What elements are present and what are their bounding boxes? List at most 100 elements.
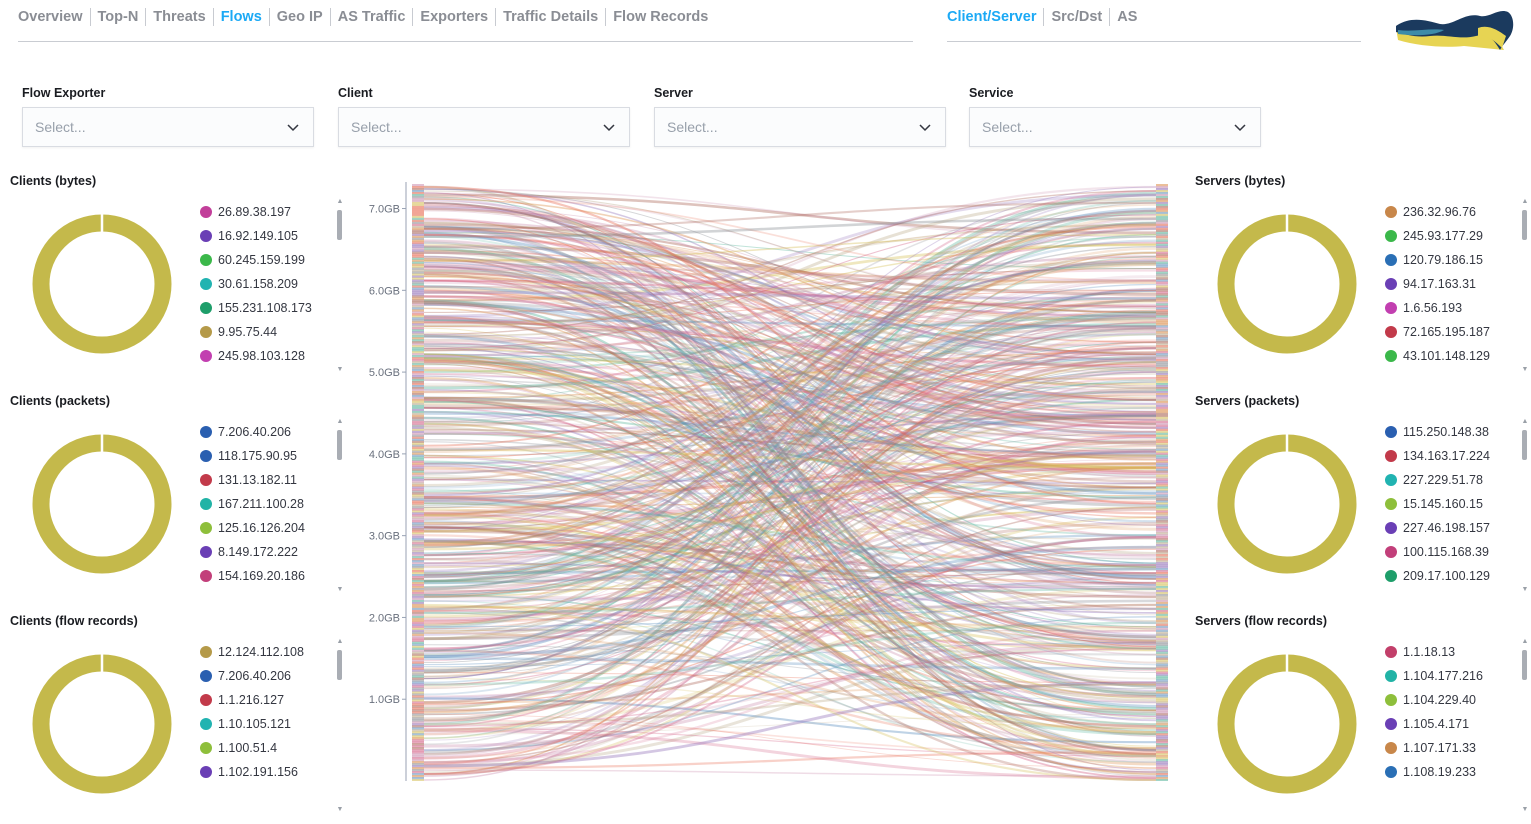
legend-label: 134.163.17.224 xyxy=(1403,449,1490,463)
tab-as[interactable]: AS xyxy=(1110,8,1144,26)
scroll-down-icon[interactable]: ▼ xyxy=(336,806,344,814)
tab-exporters[interactable]: Exporters xyxy=(413,8,497,26)
legend-scrollbar[interactable]: ▲ ▼ xyxy=(1521,638,1529,814)
server-node xyxy=(1156,277,1168,280)
legend-item[interactable]: 115.250.148.38 xyxy=(1385,420,1513,444)
tab-top-n[interactable]: Top-N xyxy=(91,8,147,26)
legend-item[interactable]: 8.149.172.222 xyxy=(200,540,328,564)
legend-item[interactable]: 94.17.163.31 xyxy=(1385,272,1513,296)
scroll-up-icon[interactable]: ▲ xyxy=(1521,638,1529,646)
legend-item[interactable]: 12.124.112.108 xyxy=(200,640,328,664)
legend-item[interactable]: 125.16.126.204 xyxy=(200,516,328,540)
legend-item[interactable]: 20.21.27.153 xyxy=(1385,368,1513,372)
donut-chart[interactable] xyxy=(32,434,172,574)
scroll-up-icon[interactable]: ▲ xyxy=(336,418,344,426)
tab-geo-ip[interactable]: Geo IP xyxy=(270,8,331,26)
legend-item[interactable]: 1.100.51.4 xyxy=(200,736,328,760)
legend-item[interactable]: 167.211.100.28 xyxy=(200,492,328,516)
legend-item[interactable]: 43.101.148.129 xyxy=(1385,344,1513,368)
legend-item[interactable]: 155.231.108.173 xyxy=(200,296,328,320)
legend-scrollbar[interactable]: ▲ ▼ xyxy=(1521,418,1529,594)
legend-item[interactable]: 1.102.191.156 xyxy=(200,760,328,784)
tab-flows[interactable]: Flows xyxy=(214,8,270,26)
scroll-thumb[interactable] xyxy=(1522,650,1527,680)
legend-item[interactable]: 1.1.216.127 xyxy=(200,688,328,712)
donut-chart[interactable] xyxy=(1217,654,1357,794)
tab-as-traffic[interactable]: AS Traffic xyxy=(331,8,414,26)
scroll-up-icon[interactable]: ▲ xyxy=(1521,198,1529,206)
legend-item[interactable]: 7.206.40.206 xyxy=(200,420,328,444)
legend-item[interactable]: 150.161.8.201 xyxy=(200,368,328,372)
legend-scrollbar[interactable]: ▲ ▼ xyxy=(1521,198,1529,374)
donut-chart[interactable] xyxy=(1217,214,1357,354)
legend-item[interactable]: 1.6.56.193 xyxy=(1385,296,1513,320)
legend-item[interactable]: 60.245.159.199 xyxy=(200,248,328,272)
scroll-thumb[interactable] xyxy=(1522,430,1527,460)
legend-item[interactable]: 236.32.96.76 xyxy=(1385,200,1513,224)
legend-item[interactable]: 1.108.19.233 xyxy=(1385,760,1513,784)
legend-item[interactable]: 72.165.195.187 xyxy=(1385,320,1513,344)
legend-item[interactable]: 154.169.20.186 xyxy=(200,564,328,588)
scroll-thumb[interactable] xyxy=(1522,210,1527,240)
server-node xyxy=(1156,562,1168,565)
scroll-down-icon[interactable]: ▼ xyxy=(336,366,344,374)
legend-item[interactable]: 227.229.51.78 xyxy=(1385,468,1513,492)
scroll-thumb[interactable] xyxy=(337,430,342,460)
legend-scrollbar[interactable]: ▲ ▼ xyxy=(336,198,344,374)
donut-chart[interactable] xyxy=(1217,434,1357,574)
legend-item[interactable]: 9.95.75.44 xyxy=(200,320,328,344)
legend-item[interactable]: 209.17.100.129 xyxy=(1385,564,1513,588)
sankey-svg[interactable]: 1.0GB 2.0GB 3.0GB 4.0GB 5.0GB 6.0GB 7.0GB xyxy=(360,176,1180,781)
scroll-up-icon[interactable]: ▲ xyxy=(336,198,344,206)
client-node xyxy=(412,683,424,686)
scroll-up-icon[interactable]: ▲ xyxy=(1521,418,1529,426)
scroll-down-icon[interactable]: ▼ xyxy=(1521,586,1529,594)
tab-client-server[interactable]: Client/Server xyxy=(947,8,1045,26)
server-node xyxy=(1156,201,1168,205)
legend-item[interactable]: 30.61.158.209 xyxy=(200,272,328,296)
client-server-sankey-chart[interactable]: 1.0GB 2.0GB 3.0GB 4.0GB 5.0GB 6.0GB 7.0GB xyxy=(360,176,1180,781)
tab-threats[interactable]: Threats xyxy=(146,8,214,26)
scroll-thumb[interactable] xyxy=(337,650,342,680)
legend-item[interactable]: 191.3.242.181 xyxy=(200,588,328,592)
legend-item[interactable]: 15.145.160.15 xyxy=(1385,492,1513,516)
legend-item[interactable]: 7.206.40.206 xyxy=(200,664,328,688)
legend-item[interactable]: 118.175.90.95 xyxy=(200,444,328,468)
legend-item[interactable]: 1.107.171.33 xyxy=(1385,736,1513,760)
scroll-thumb[interactable] xyxy=(337,210,342,240)
legend-item[interactable]: 100.115.168.39 xyxy=(1385,540,1513,564)
legend-item[interactable]: 1.105.4.171 xyxy=(1385,712,1513,736)
legend-scrollbar[interactable]: ▲ ▼ xyxy=(336,638,344,814)
donut-chart[interactable] xyxy=(32,214,172,354)
legend-item[interactable]: 16.92.149.105 xyxy=(200,224,328,248)
scroll-down-icon[interactable]: ▼ xyxy=(336,586,344,594)
flow-exporter-select[interactable]: Select... xyxy=(22,107,314,147)
legend-item[interactable]: 1.10.105.121 xyxy=(200,712,328,736)
legend-scrollbar[interactable]: ▲ ▼ xyxy=(336,418,344,594)
client-select[interactable]: Select... xyxy=(338,107,630,147)
server-node xyxy=(1156,307,1168,310)
server-select[interactable]: Select... xyxy=(654,107,946,147)
scroll-down-icon[interactable]: ▼ xyxy=(1521,806,1529,814)
service-select[interactable]: Select... xyxy=(969,107,1261,147)
client-node xyxy=(412,526,424,529)
tab-overview[interactable]: Overview xyxy=(18,8,91,26)
legend-item[interactable]: 131.13.182.11 xyxy=(200,468,328,492)
legend-item[interactable]: 120.79.186.15 xyxy=(1385,248,1513,272)
scroll-up-icon[interactable]: ▲ xyxy=(336,638,344,646)
legend-item[interactable]: 1.1.18.13 xyxy=(1385,640,1513,664)
legend-item[interactable]: 227.46.198.157 xyxy=(1385,516,1513,540)
tab-traffic-details[interactable]: Traffic Details xyxy=(496,8,607,26)
scroll-down-icon[interactable]: ▼ xyxy=(1521,366,1529,374)
donut-chart[interactable] xyxy=(32,654,172,794)
tab-flow-records[interactable]: Flow Records xyxy=(606,8,715,26)
legend-item[interactable]: 26.89.38.197 xyxy=(200,200,328,224)
legend-item[interactable]: 245.93.177.29 xyxy=(1385,224,1513,248)
legend-item[interactable]: 1.104.229.40 xyxy=(1385,688,1513,712)
tab-src-dst[interactable]: Src/Dst xyxy=(1044,8,1111,26)
client-node xyxy=(412,623,424,627)
legend-item[interactable]: 134.163.17.224 xyxy=(1385,444,1513,468)
legend-item[interactable]: 245.98.103.128 xyxy=(200,344,328,368)
legend-item[interactable]: 1.104.177.216 xyxy=(1385,664,1513,688)
legend-item[interactable]: 30.115.103.41 xyxy=(1385,588,1513,592)
